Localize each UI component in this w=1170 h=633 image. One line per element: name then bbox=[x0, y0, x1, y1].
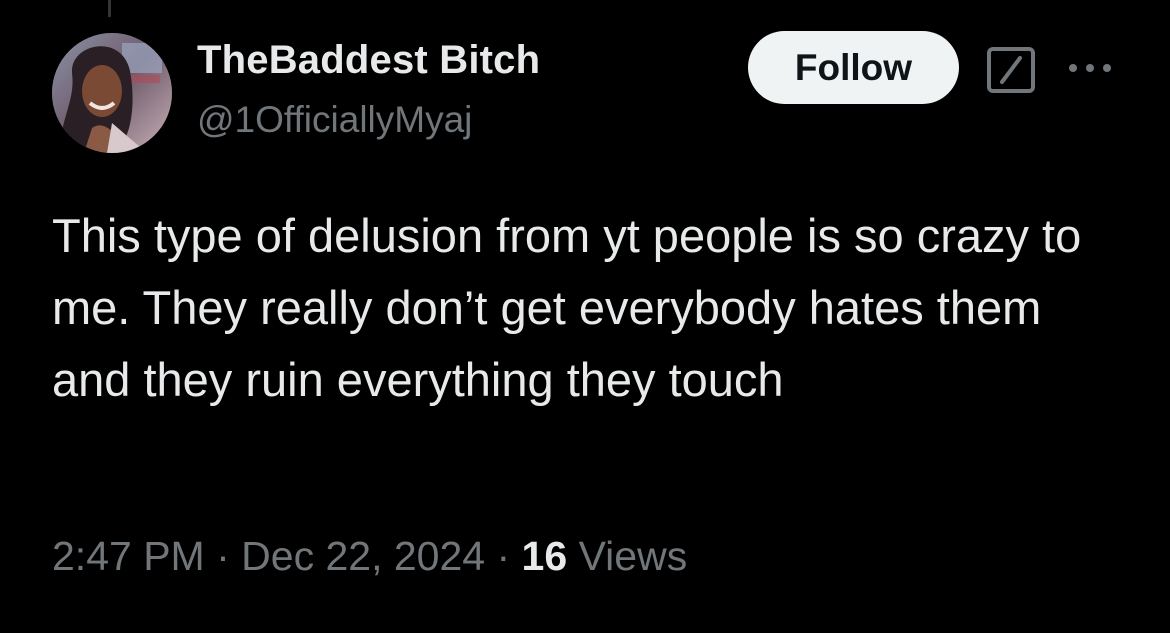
thread-connector-line bbox=[108, 0, 111, 17]
tweet-date[interactable]: Dec 22, 2024 bbox=[241, 533, 485, 579]
more-horizontal-icon[interactable] bbox=[1066, 60, 1114, 76]
author-display-name[interactable]: TheBaddest Bitch bbox=[197, 38, 540, 83]
views-count: 16 bbox=[521, 533, 568, 579]
author-handle[interactable]: @1OfficiallyMyaj bbox=[197, 99, 472, 141]
meta-separator: · bbox=[216, 533, 230, 579]
follow-button[interactable]: Follow bbox=[748, 31, 959, 104]
avatar[interactable] bbox=[52, 33, 172, 153]
tweet-meta: 2:47 PM · Dec 22, 2024 · 16 Views bbox=[52, 533, 687, 580]
tweet-time[interactable]: 2:47 PM bbox=[52, 533, 205, 579]
meta-separator: · bbox=[496, 533, 511, 579]
tweet-text: This type of delusion from yt people is … bbox=[52, 209, 1082, 406]
avatar-photo bbox=[52, 33, 172, 153]
grok-icon[interactable] bbox=[986, 46, 1036, 94]
views-label: Views bbox=[578, 533, 688, 579]
